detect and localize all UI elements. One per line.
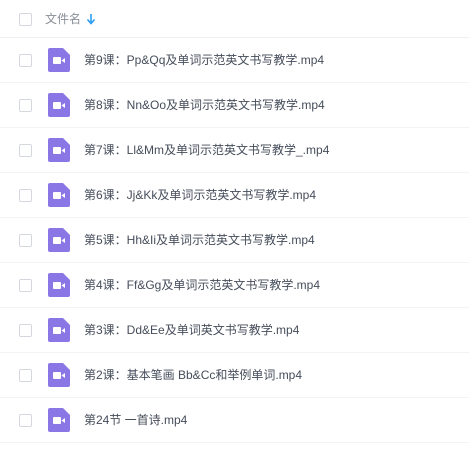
- file-row[interactable]: 第24节 一首诗.mp4: [0, 398, 469, 443]
- video-file-icon: [48, 273, 70, 297]
- video-file-icon: [48, 183, 70, 207]
- file-name[interactable]: 第8课：Nn&Oo及单词示范英文书写教学.mp4: [84, 97, 325, 113]
- row-checkbox[interactable]: [19, 324, 32, 337]
- row-checkbox[interactable]: [19, 189, 32, 202]
- file-name[interactable]: 第4课：Ff&Gg及单词示范英文书写教学.mp4: [84, 277, 320, 293]
- video-file-icon: [48, 48, 70, 72]
- file-row[interactable]: 第9课：Pp&Qq及单词示范英文书写教学.mp4: [0, 38, 469, 83]
- row-checkbox[interactable]: [19, 369, 32, 382]
- file-list-header: 文件名: [0, 0, 469, 38]
- select-all-checkbox[interactable]: [19, 13, 32, 26]
- row-checkbox[interactable]: [19, 144, 32, 157]
- video-file-icon: [48, 318, 70, 342]
- video-file-icon: [48, 408, 70, 432]
- video-file-icon: [48, 138, 70, 162]
- video-file-icon: [48, 93, 70, 117]
- file-row[interactable]: 第4课：Ff&Gg及单词示范英文书写教学.mp4: [0, 263, 469, 308]
- column-header-filename[interactable]: 文件名: [45, 11, 81, 27]
- file-row[interactable]: 第6课：Jj&Kk及单词示范英文书写教学.mp4: [0, 173, 469, 218]
- row-checkbox[interactable]: [19, 99, 32, 112]
- row-checkbox[interactable]: [19, 234, 32, 247]
- file-row[interactable]: 第8课：Nn&Oo及单词示范英文书写教学.mp4: [0, 83, 469, 128]
- row-checkbox[interactable]: [19, 279, 32, 292]
- row-checkbox[interactable]: [19, 54, 32, 67]
- file-row[interactable]: 第5课：Hh&Ii及单词示范英文书写教学.mp4: [0, 218, 469, 263]
- file-name[interactable]: 第3课：Dd&Ee及单词英文书写教学.mp4: [84, 322, 299, 338]
- file-row[interactable]: 第2课：基本笔画 Bb&Cc和举例单词.mp4: [0, 353, 469, 398]
- video-file-icon: [48, 363, 70, 387]
- file-name[interactable]: 第6课：Jj&Kk及单词示范英文书写教学.mp4: [84, 187, 316, 203]
- arrow-down-icon[interactable]: [86, 12, 96, 26]
- file-name[interactable]: 第9课：Pp&Qq及单词示范英文书写教学.mp4: [84, 52, 324, 68]
- file-row[interactable]: 第7课：Ll&Mm及单词示范英文书写教学_.mp4: [0, 128, 469, 173]
- file-name[interactable]: 第24节 一首诗.mp4: [84, 412, 187, 428]
- file-name[interactable]: 第5课：Hh&Ii及单词示范英文书写教学.mp4: [84, 232, 315, 248]
- file-list: 文件名 第9课：Pp&Qq及单词示范英文书写教学.mp4 第8课：Nn&Oo及单…: [0, 0, 469, 455]
- file-name[interactable]: 第7课：Ll&Mm及单词示范英文书写教学_.mp4: [84, 142, 329, 158]
- file-name[interactable]: 第2课：基本笔画 Bb&Cc和举例单词.mp4: [84, 367, 302, 383]
- file-row[interactable]: 第3课：Dd&Ee及单词英文书写教学.mp4: [0, 308, 469, 353]
- video-file-icon: [48, 228, 70, 252]
- row-checkbox[interactable]: [19, 414, 32, 427]
